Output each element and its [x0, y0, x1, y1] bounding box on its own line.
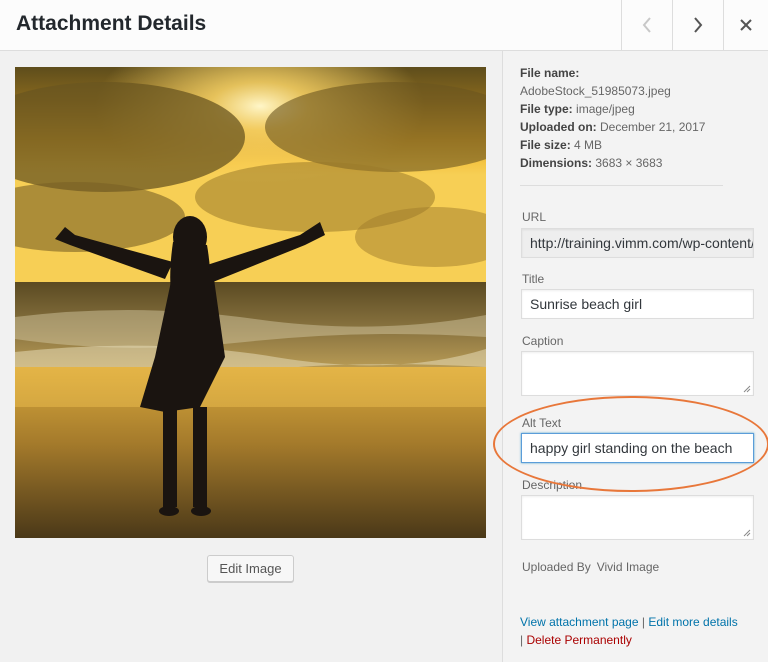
- close-icon: [740, 19, 752, 31]
- title-label: Title: [522, 272, 545, 286]
- uploaded-by-value: Vivid Image: [596, 560, 660, 574]
- file-size-label: File size:: [520, 138, 571, 152]
- link-separator: |: [520, 633, 524, 647]
- next-attachment-button[interactable]: [672, 0, 722, 50]
- file-name-value: AdobeStock_51985073.jpeg: [520, 84, 671, 98]
- description-label: Description: [522, 478, 583, 492]
- modal-header: Attachment Details: [0, 0, 768, 51]
- dimensions-value: 3683 × 3683: [595, 156, 663, 170]
- image-preview-pane: Edit Image: [0, 51, 502, 662]
- file-type-label: File type:: [520, 102, 573, 116]
- uploaded-on-value: December 21, 2017: [600, 120, 706, 134]
- caption-textarea[interactable]: [521, 351, 754, 396]
- dimensions-label: Dimensions:: [520, 156, 593, 170]
- file-type-value: image/jpeg: [576, 102, 635, 116]
- file-details: File name: AdobeStock_51985073.jpeg File…: [520, 64, 705, 172]
- close-button[interactable]: [723, 0, 768, 50]
- url-label: URL: [522, 210, 547, 224]
- chevron-left-icon: [642, 17, 651, 33]
- uploaded-on-label: Uploaded on:: [520, 120, 597, 134]
- edit-more-details-link[interactable]: Edit more details: [648, 615, 737, 629]
- view-attachment-page-link[interactable]: View attachment page: [520, 615, 639, 629]
- edit-image-button[interactable]: Edit Image: [207, 555, 294, 582]
- link-separator: |: [641, 615, 645, 629]
- resize-grip-icon[interactable]: [743, 529, 751, 537]
- attachment-image: [15, 67, 486, 538]
- caption-label: Caption: [522, 334, 564, 348]
- alt-text-field[interactable]: happy girl standing on the beach: [521, 433, 754, 463]
- delete-permanently-link[interactable]: Delete Permanently: [526, 633, 631, 647]
- resize-grip-icon[interactable]: [743, 385, 751, 393]
- title-field[interactable]: Sunrise beach girl: [521, 289, 754, 319]
- file-name-label: File name:: [520, 66, 580, 80]
- attachment-details-sidebar: File name: AdobeStock_51985073.jpeg File…: [502, 51, 768, 662]
- alt-text-label: Alt Text: [522, 416, 562, 430]
- details-divider: [520, 185, 723, 186]
- modal-title: Attachment Details: [16, 12, 207, 35]
- uploaded-by-label: Uploaded By: [522, 560, 591, 574]
- file-size-value: 4 MB: [574, 138, 603, 152]
- description-textarea[interactable]: [521, 495, 754, 540]
- uploaded-by: Uploaded By Vivid Image: [522, 560, 659, 574]
- attachment-actions: View attachment page | Edit more details…: [520, 613, 765, 649]
- url-field[interactable]: http://training.vimm.com/wp-content/uplo…: [521, 228, 754, 258]
- previous-attachment-button[interactable]: [621, 0, 671, 50]
- chevron-right-icon: [693, 17, 702, 33]
